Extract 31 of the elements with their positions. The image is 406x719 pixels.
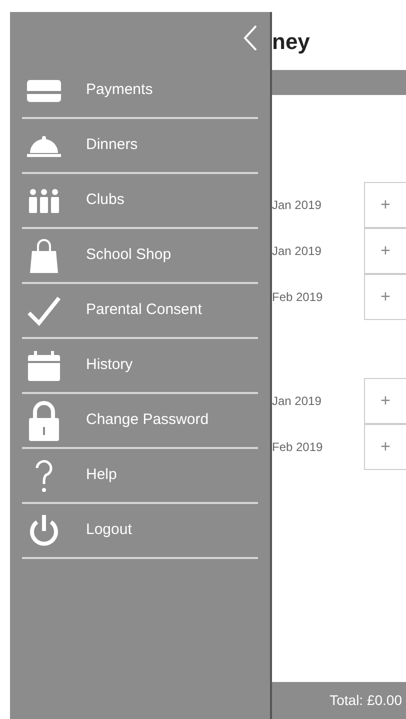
menu-item[interactable]: Clubs	[22, 174, 258, 229]
menu-item[interactable]: School Shop	[22, 229, 258, 284]
calendar-icon	[28, 350, 60, 380]
date-label: Jan 2019	[272, 393, 322, 410]
add-button[interactable]: +	[364, 378, 406, 424]
add-button[interactable]: +	[364, 182, 406, 228]
people-icon	[28, 188, 60, 212]
checkmark-icon	[27, 296, 61, 326]
date-label: Jan 2019	[272, 197, 322, 214]
add-button[interactable]: +	[364, 424, 406, 470]
back-chevron-icon[interactable]	[242, 24, 258, 52]
add-button[interactable]: +	[364, 228, 406, 274]
shopping-bag-icon	[29, 238, 59, 272]
menu-item[interactable]: Change Password	[22, 394, 258, 449]
page-title: ney	[272, 28, 310, 56]
menu-item[interactable]: Logout	[22, 504, 258, 559]
date-label: Jan 2019	[272, 243, 322, 260]
menu-item[interactable]: Payments	[22, 64, 258, 119]
total-label: Total: £0.00	[330, 691, 402, 710]
power-icon	[28, 514, 60, 546]
padlock-icon	[28, 400, 60, 440]
date-label: Feb 2019	[272, 289, 324, 306]
date-label: Feb 2019	[272, 439, 324, 456]
menu-item[interactable]: Parental Consent	[22, 284, 258, 339]
add-button[interactable]: +	[364, 274, 406, 320]
cloche-icon	[27, 134, 61, 156]
menu-item[interactable]: Help	[22, 449, 258, 504]
menu-item[interactable]: History	[22, 339, 258, 394]
help-icon	[34, 458, 54, 492]
menu-item[interactable]: Dinners	[22, 119, 258, 174]
card-icon	[27, 80, 61, 102]
